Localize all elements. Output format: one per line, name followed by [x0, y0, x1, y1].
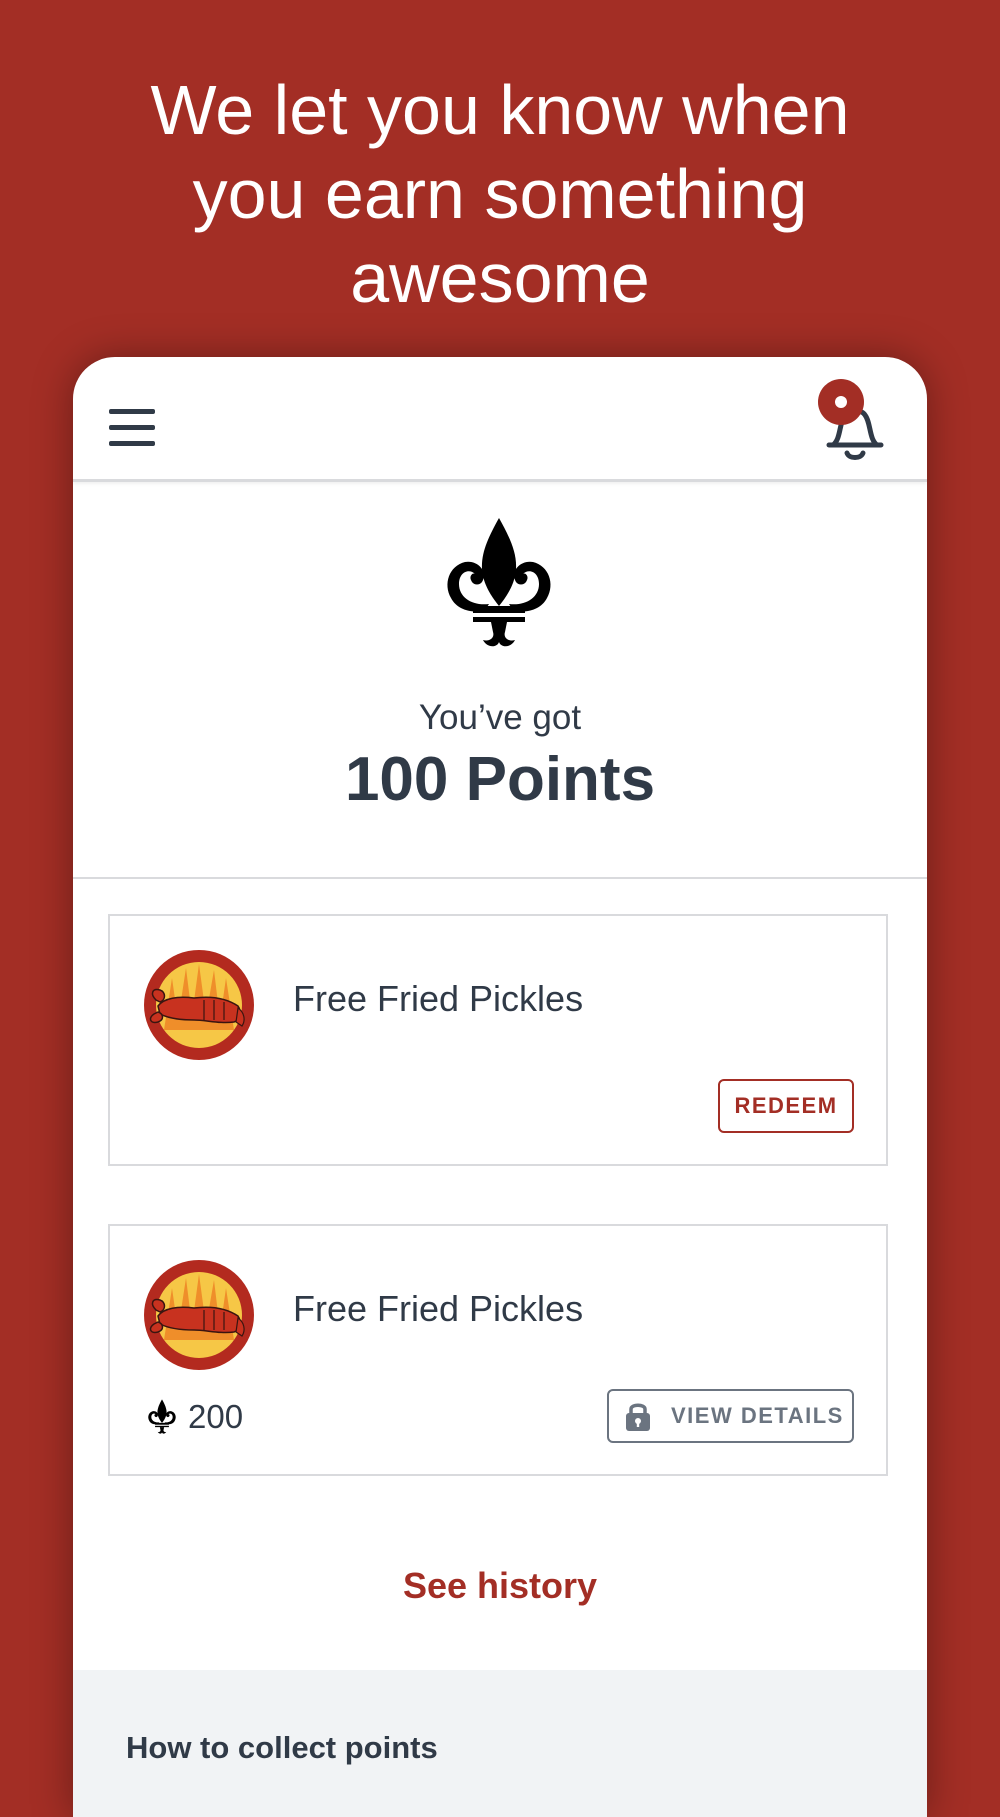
collect-points-title: How to collect points: [126, 1730, 438, 1765]
crawfish-reward-image: [144, 1260, 254, 1370]
reward-card[interactable]: Free Fried Pickles REDEEM: [108, 914, 888, 1166]
reward-title: Free Fried Pickles: [293, 978, 584, 1019]
redeem-button[interactable]: REDEEM: [718, 1079, 854, 1133]
fleur-de-lis-icon: [148, 1399, 176, 1434]
lock-icon: [626, 1403, 650, 1431]
collect-points-section: How to collect points: [73, 1670, 927, 1817]
reward-title: Free Fried Pickles: [293, 1288, 584, 1329]
points-intro: You’ve got: [418, 698, 582, 737]
hamburger-menu-icon[interactable]: [109, 409, 155, 449]
view-details-label: VIEW DETAILS: [671, 1403, 844, 1428]
points-summary: You’ve got 100 Points: [73, 482, 927, 879]
headline: We let you know when you earn something …: [150, 71, 850, 317]
crawfish-reward-image: [144, 950, 254, 1060]
app-screen: You’ve got 100 Points Free Fried Pickles…: [73, 357, 927, 1817]
points-total: 100 Points: [344, 745, 656, 814]
fleur-de-lis-icon: [447, 518, 551, 647]
reward-card[interactable]: Free Fried Pickles 200 VIEW DETAILS: [108, 1224, 888, 1476]
reward-cost: 200: [146, 1392, 243, 1442]
top-app-bar: [73, 357, 927, 482]
notification-badge: [818, 379, 864, 425]
reward-cost-value: 200: [188, 1398, 244, 1435]
view-details-button[interactable]: VIEW DETAILS: [607, 1389, 854, 1443]
see-history-link[interactable]: See history: [73, 1565, 927, 1607]
